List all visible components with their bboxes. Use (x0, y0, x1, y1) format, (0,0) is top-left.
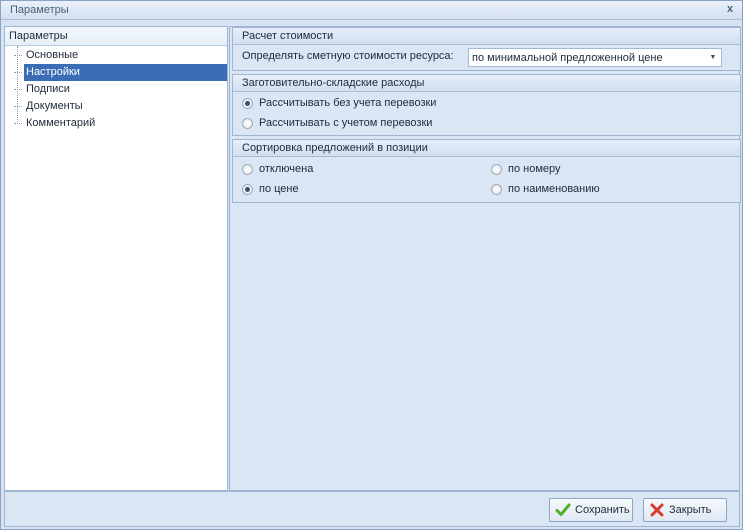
cost-method-value: по минимальной предложенной цене (472, 52, 663, 64)
radio-label: по наименованию (508, 183, 600, 195)
warehouse-group-header: Заготовительно-складские расходы (233, 75, 740, 92)
offer-sorting-group: Сортировка предложений в позиции отключе… (232, 139, 741, 203)
radio-dot-icon (242, 97, 253, 109)
save-button-label: Сохранить (575, 504, 630, 516)
warehouse-costs-group: Заготовительно-складские расходы Рассчит… (232, 74, 741, 136)
sorting-group-header: Сортировка предложений в позиции (233, 140, 740, 157)
tree-item-label: Документы (26, 100, 83, 112)
radio-label: отключена (259, 163, 314, 175)
radio-dot-icon (242, 117, 253, 129)
tree-item-label: Подписи (26, 83, 70, 95)
radio-label: Рассчитывать без учета перевозки (259, 97, 437, 109)
save-button[interactable]: Сохранить (549, 498, 633, 522)
close-button-label: Закрыть (669, 504, 712, 516)
tree-item-comment[interactable]: Комментарий (5, 115, 227, 132)
parameters-dialog: Параметры x Параметры Основные Настройки… (0, 0, 743, 530)
cost-calculation-group: Расчет стоимости Определять сметную стои… (232, 27, 741, 71)
window-title: Параметры (10, 4, 69, 16)
radio-sort-price[interactable]: по цене (242, 183, 299, 195)
settings-tree: Основные Настройки Подписи Документы Ком… (5, 46, 227, 132)
radio-dot-icon (242, 163, 253, 175)
chevron-down-icon[interactable]: ▼ (708, 51, 718, 64)
radio-label: по цене (259, 183, 299, 195)
tree-item-label: Настройки (24, 64, 227, 81)
radio-sort-name[interactable]: по наименованию (491, 183, 600, 195)
radio-dot-icon (491, 163, 502, 175)
radio-dot-icon (242, 183, 253, 195)
tree-item-label: Основные (26, 49, 79, 61)
cross-icon (650, 503, 664, 517)
button-bar: Сохранить Закрыть (4, 491, 740, 527)
tree-item-settings[interactable]: Настройки (5, 64, 227, 81)
radio-sort-off[interactable]: отключена (242, 163, 313, 175)
cost-group-header: Расчет стоимости (233, 28, 740, 45)
checkmark-icon (555, 503, 571, 516)
radio-label: Рассчитывать с учетом перевозки (259, 117, 433, 129)
tree-item-basic[interactable]: Основные (5, 47, 227, 64)
settings-content: Расчет стоимости Определять сметную стои… (229, 26, 741, 491)
tree-header: Параметры (5, 27, 227, 46)
tree-item-label: Комментарий (26, 117, 96, 129)
cost-method-label: Определять сметную стоимости ресурса: (242, 50, 454, 62)
cost-method-select[interactable]: по минимальной предложенной цене ▼ (468, 48, 722, 67)
title-bar: Параметры x (1, 1, 742, 20)
settings-tree-panel: Параметры Основные Настройки Подписи Док… (4, 26, 228, 491)
tree-item-signatures[interactable]: Подписи (5, 81, 227, 98)
close-window-icon[interactable]: x (724, 3, 736, 15)
radio-dot-icon (491, 183, 502, 195)
close-button[interactable]: Закрыть (643, 498, 727, 522)
radio-label: по номеру (508, 163, 561, 175)
radio-without-transport[interactable]: Рассчитывать без учета перевозки (242, 97, 436, 109)
radio-with-transport[interactable]: Рассчитывать с учетом перевозки (242, 117, 432, 129)
radio-sort-number[interactable]: по номеру (491, 163, 561, 175)
tree-item-documents[interactable]: Документы (5, 98, 227, 115)
